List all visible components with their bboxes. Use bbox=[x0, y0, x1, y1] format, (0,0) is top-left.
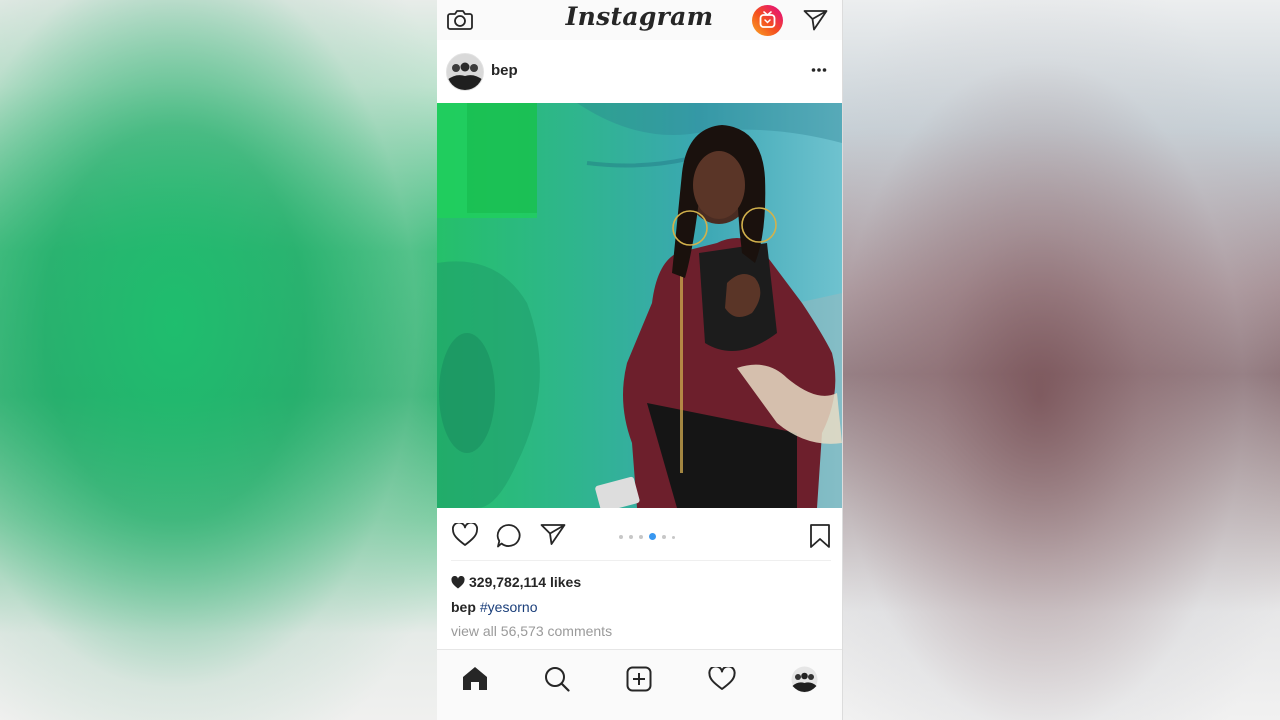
top-bar: Instagram bbox=[437, 0, 842, 40]
bookmark-icon[interactable] bbox=[809, 523, 831, 549]
avatar[interactable] bbox=[446, 53, 484, 91]
instagram-app-screen: Instagram bep 329,782,114 likes bep #yes… bbox=[437, 0, 842, 720]
post-username[interactable]: bep bbox=[491, 62, 518, 79]
carousel-dot bbox=[629, 535, 633, 539]
carousel-dot bbox=[619, 535, 623, 539]
post-video-frame[interactable] bbox=[437, 103, 842, 508]
post-caption: bep #yesorno bbox=[451, 599, 537, 615]
caption-hashtag[interactable]: #yesorno bbox=[480, 599, 538, 615]
likes-count[interactable]: 329,782,114 likes bbox=[451, 574, 581, 590]
activity-heart-icon[interactable] bbox=[708, 667, 736, 691]
blurred-background-right bbox=[843, 0, 1280, 720]
more-options-icon[interactable] bbox=[811, 67, 827, 73]
like-heart-icon[interactable] bbox=[452, 523, 478, 547]
paper-plane-icon[interactable] bbox=[803, 9, 828, 31]
carousel-dot-active bbox=[649, 533, 656, 540]
divider bbox=[451, 560, 831, 561]
search-icon[interactable] bbox=[544, 666, 570, 692]
view-all-comments-link[interactable]: view all 56,573 comments bbox=[451, 623, 612, 639]
igtv-icon[interactable] bbox=[752, 5, 783, 36]
post-actions-bar bbox=[437, 508, 842, 560]
blurred-background-left bbox=[0, 0, 437, 720]
profile-avatar[interactable] bbox=[791, 666, 818, 693]
new-post-icon[interactable] bbox=[626, 666, 652, 692]
share-icon[interactable] bbox=[540, 523, 566, 546]
comment-icon[interactable] bbox=[496, 523, 522, 549]
bottom-nav bbox=[437, 649, 842, 720]
caption-username[interactable]: bep bbox=[451, 599, 476, 615]
post-header: bep bbox=[437, 40, 842, 102]
carousel-dot bbox=[639, 535, 643, 539]
carousel-dot bbox=[662, 535, 666, 539]
carousel-dot bbox=[672, 536, 675, 539]
heart-icon bbox=[451, 575, 465, 589]
likes-count-text: 329,782,114 likes bbox=[469, 574, 582, 590]
home-icon[interactable] bbox=[462, 666, 488, 691]
